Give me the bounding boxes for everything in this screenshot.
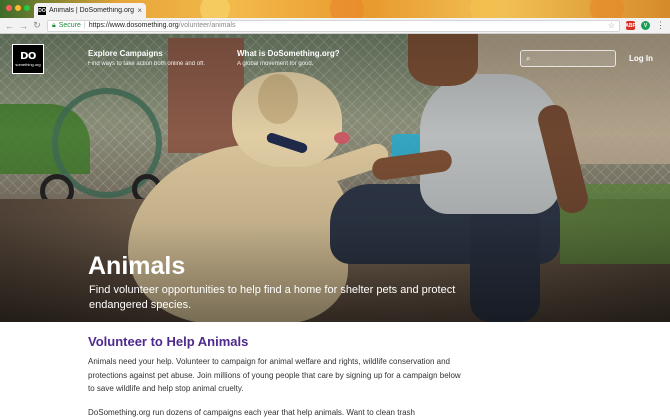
hero-subtitle: Find volunteer opportunities to help fin… [89,284,456,311]
logo-text: DO [20,50,36,62]
site-search[interactable]: ⌕ [520,50,616,67]
maximize-window-icon[interactable] [24,5,30,11]
address-separator: | [83,22,86,29]
nav-title: Explore Campaigns [88,49,163,58]
back-icon[interactable]: ← [5,21,14,31]
url-path: /volunteer/animals [178,22,236,29]
nav-title: What is DoSomething.org? [237,49,340,58]
browser-tabstrip: DO Animals | DoSomething.org × [0,0,670,18]
main-content: Volunteer to Help Animals Animals need y… [88,334,468,396]
intro-paragraph: Animals need your help. Volunteer to cam… [88,357,461,393]
url-host: https://www.dosomething.org [88,22,179,29]
dosomething-logo[interactable]: DO something.org [12,44,44,74]
reload-icon[interactable]: ↻ [33,20,41,31]
bookmark-star-icon[interactable]: ☆ [608,21,615,30]
minimize-window-icon[interactable] [15,5,21,11]
secure-label: Secure [58,22,81,29]
browser-menu-icon[interactable]: ⋮ [656,20,665,31]
page-title: Animals [88,252,186,280]
logo-subtext: something.org [15,61,41,67]
nav-explore-campaigns[interactable]: Explore Campaigns Find ways to take acti… [88,49,205,67]
lock-icon: 🔒︎ [52,21,56,29]
login-link[interactable]: Log In [629,54,653,63]
favicon-icon: DO [38,6,46,15]
search-icon: ⌕ [526,53,531,63]
url-text[interactable]: https://www.dosomething.org/volunteer/an… [89,22,236,29]
shield-extension-icon[interactable]: V [641,21,650,30]
search-input[interactable] [534,55,615,62]
browser-tab-animals[interactable]: DO Animals | DoSomething.org × [34,3,146,18]
close-window-icon[interactable] [6,5,12,11]
browser-toolbar: ← → ↻ 🔒︎ Secure | https://www.dosomethin… [0,18,670,34]
window-controls[interactable] [6,5,30,11]
nav-what-is-dosomething[interactable]: What is DoSomething.org? A global moveme… [237,49,340,67]
forward-icon[interactable]: → [19,21,28,31]
section-title: Volunteer to Help Animals [88,334,249,349]
address-bar[interactable]: 🔒︎ Secure | https://www.dosomething.org/… [47,19,620,32]
tab-title: Animals | DoSomething.org [49,7,135,14]
nav-subtitle: Find ways to take action both online and… [88,61,205,67]
adblock-extension-icon[interactable]: ABP [625,21,636,30]
second-paragraph: DoSomething.org run dozens of campaigns … [88,408,415,417]
tab-close-icon[interactable]: × [137,6,142,15]
nav-subtitle: A global movement for good. [237,61,314,67]
